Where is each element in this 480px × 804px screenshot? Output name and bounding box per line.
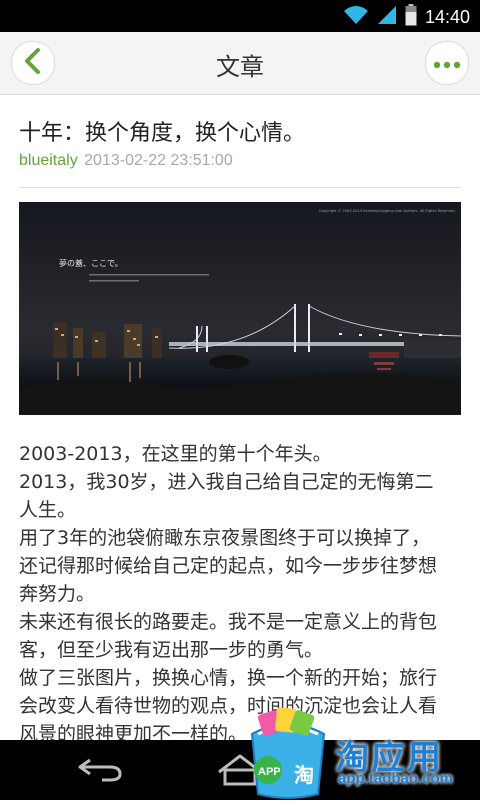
article-photo[interactable]: 夢の蓋、ここで。 Copyright © 2003-2013 blueitaly… xyxy=(19,202,461,415)
body-line: 奔努力。 xyxy=(19,583,96,605)
back-arrow-icon[interactable] xyxy=(76,754,124,788)
body-line: 做了三张图片，换换心情，换一个新的开始；旅行 xyxy=(19,667,438,689)
more-button[interactable] xyxy=(425,41,469,85)
bag-char: 淘 xyxy=(294,763,314,787)
body-line: 客，但至少我有迈出那一步的勇气。 xyxy=(19,639,324,661)
shopping-bag-icon: APP 淘 xyxy=(242,704,334,804)
body-line: 2013，我30岁，进入我自己给自己定的无悔第二 xyxy=(19,471,434,493)
article-body: 2003-2013，在这里的第十个年头。 2013，我30岁，进入我自己给自己定… xyxy=(19,440,464,740)
body-line: 还记得那时候给自己定的起点，如今一步步往梦想 xyxy=(19,555,438,577)
body-line: 2003-2013，在这里的第十个年头。 xyxy=(19,443,332,465)
publish-date: 2013-02-22 23:51:00 xyxy=(84,152,233,169)
signal-icon xyxy=(377,5,397,29)
taobao-app-watermark: APP 淘 淘应用 app.taobao.com xyxy=(240,700,480,800)
status-icons: 14:40 xyxy=(343,4,470,30)
page-title: 文章 xyxy=(216,53,264,81)
app-badge-text: APP xyxy=(258,766,281,778)
more-dots-icon xyxy=(433,54,461,73)
photo-copyright: Copyright © 2003-2013 blueitaly.blogbus.… xyxy=(319,209,456,213)
status-time: 14:40 xyxy=(424,6,470,27)
article-meta: blueitaly 2013-02-22 23:51:00 xyxy=(19,152,233,170)
article-content[interactable]: 十年：换个角度，换个心情。 blueitaly 2013-02-22 23:51… xyxy=(0,95,480,740)
status-bar: 14:40 xyxy=(0,0,480,32)
body-line: 用了3年的池袋俯瞰东京夜景图终于可以换掉了， xyxy=(19,527,431,549)
app-bar: 文章 xyxy=(0,32,480,95)
article-title: 十年：换个角度，换个心情。 xyxy=(19,121,306,146)
watermark-url: app.taobao.com xyxy=(338,770,454,787)
battery-icon xyxy=(405,4,417,30)
divider xyxy=(19,187,461,188)
author-link[interactable]: blueitaly xyxy=(19,152,78,169)
body-line: 人生。 xyxy=(19,499,77,521)
photo-caption: 夢の蓋、ここで。 xyxy=(59,258,123,268)
body-line: 未来还有很长的路要走。我不是一定意义上的背包 xyxy=(19,611,438,633)
wifi-icon xyxy=(343,5,369,29)
